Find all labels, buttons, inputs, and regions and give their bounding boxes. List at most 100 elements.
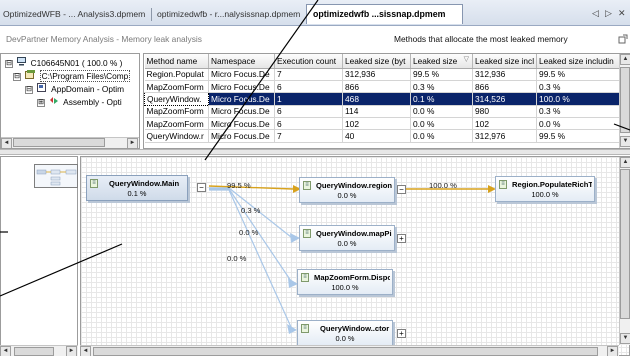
scroll-thumb[interactable]: [14, 347, 54, 356]
cell-leaked-size-bytes: 312,936: [342, 68, 411, 81]
options-icon[interactable]: [618, 34, 628, 47]
table-row[interactable]: QueryWindow.r Micro Focus.De 7 40 0.0 % 312,9…: [144, 129, 622, 143]
column-header-leaked-size-incl[interactable]: Leaked size incl: [472, 54, 538, 69]
node-method-name: QueryWindow.regionL...: [316, 181, 392, 190]
cell-leaked-size-bytes: 102: [342, 117, 411, 131]
cell-leaked-size: 0.0 %: [410, 117, 473, 131]
scroll-up-icon[interactable]: ▲: [620, 157, 630, 168]
tab-separator: [151, 8, 152, 21]
scroll-left-icon[interactable]: ◄: [80, 346, 91, 356]
scroll-thumb[interactable]: [620, 169, 630, 319]
cell-method-name: MapZoomForm: [144, 80, 209, 94]
column-header-execution-count[interactable]: Execution count: [274, 54, 343, 69]
edge-label: 0.0 %: [227, 254, 247, 263]
scroll-right-icon[interactable]: ►: [607, 346, 618, 356]
scroll-thumb[interactable]: [620, 67, 630, 133]
sort-indicator-icon: ▽: [463, 56, 469, 63]
appdomain-icon: [37, 83, 47, 96]
method-icon: ≡: [301, 324, 309, 333]
methods-grid[interactable]: Method name Namespace Execution count Le…: [143, 53, 630, 149]
graph-node-querywindow-ctor[interactable]: ≡ QueryWindow..ctor 0.0 %: [297, 320, 393, 346]
cell-leaked-size: 0.1 %: [410, 92, 473, 106]
analysis-title: DevPartner Memory Analysis - Memory leak…: [6, 34, 202, 44]
node-percent: 100.0 %: [531, 190, 559, 199]
grid-header-row: Method name Namespace Execution count Le…: [144, 54, 622, 69]
method-icon: ≡: [303, 229, 311, 238]
cell-leaked-size-bytes: 40: [342, 129, 411, 143]
column-header-namespace[interactable]: Namespace: [208, 54, 275, 69]
column-header-leaked-size-bytes[interactable]: Leaked size (byt: [342, 54, 411, 69]
graph-node-querywindow-regionload[interactable]: ≡ QueryWindow.regionL... 0.0 %: [299, 177, 395, 203]
node-collapse-icon[interactable]: −: [397, 185, 406, 194]
scroll-down-icon[interactable]: ▼: [620, 333, 630, 344]
scroll-right-icon[interactable]: ►: [66, 346, 77, 356]
graph-vertical-scrollbar[interactable]: ▲ ▼: [619, 157, 630, 345]
column-header-leaked-size-including[interactable]: Leaked size includin: [536, 54, 622, 69]
tab-optimizedwfb-analysis3[interactable]: OptimizedWFB - ... Analysis3.dpmem: [0, 7, 148, 23]
scroll-thumb[interactable]: [13, 138, 105, 147]
process-tree[interactable]: ⊟ C106645N01 ( 100.0 % ) ⊟ C:\Program Fi…: [0, 53, 140, 149]
cell-leaked-size: 0.0 %: [410, 129, 473, 143]
node-percent: 100.0 %: [331, 283, 359, 292]
graph-overview-panel[interactable]: [0, 156, 78, 356]
scroll-thumb[interactable]: [93, 347, 598, 356]
tree-item-computer[interactable]: ⊟ C106645N01 ( 100.0 % ): [5, 57, 122, 69]
table-row[interactable]: Region.Populat Micro Focus.De 7 312,936 99.5…: [144, 68, 622, 81]
scroll-up-icon[interactable]: ▲: [620, 54, 630, 65]
cell-leaked-size-including: 99.5 %: [536, 129, 622, 143]
scroll-down-icon[interactable]: ▼: [620, 136, 630, 147]
scroll-right-icon[interactable]: ►: [127, 138, 138, 148]
column-header-leaked-size[interactable]: Leaked size ▽: [410, 54, 473, 69]
tab-next-icon[interactable]: ▷: [605, 8, 612, 19]
node-percent: 0.0 %: [337, 239, 357, 248]
cell-execution-count: 1: [274, 92, 343, 106]
cell-method-name: MapZoomForm: [144, 105, 209, 119]
graph-node-region-populaterichtext[interactable]: ≡ Region.PopulateRichT... 100.0 %: [495, 176, 595, 202]
cell-method-name: QueryWindow.: [144, 92, 209, 106]
overview-viewport[interactable]: [34, 164, 78, 188]
cell-method-name: MapZoomForm: [144, 117, 209, 131]
tab-prev-icon[interactable]: ◁: [592, 8, 599, 19]
pane-splitter[interactable]: [0, 149, 630, 155]
grid-vertical-scrollbar[interactable]: ▲ ▼: [619, 54, 630, 148]
cell-leaked-size-including: 99.5 %: [536, 68, 622, 81]
scroll-left-icon[interactable]: ◄: [1, 138, 12, 148]
scroll-left-icon[interactable]: ◄: [0, 346, 11, 356]
graph-node-mapzoomform-dispose[interactable]: ≡ MapZoomForm.Dispose 100.0 %: [297, 269, 393, 295]
tree-horizontal-scrollbar[interactable]: ◄ ►: [1, 137, 139, 148]
edge-label: 100.0 %: [429, 181, 457, 190]
graph-horizontal-scrollbar[interactable]: ◄ ►: [80, 345, 619, 356]
tree-item-label: Assembly - Opti: [63, 97, 122, 107]
collapse-icon[interactable]: ⊟: [5, 59, 13, 68]
tree-item-process[interactable]: ⊟ C:\Program Files\Comp: [13, 70, 131, 82]
node-percent: 0.0 %: [335, 334, 355, 343]
method-icon: ≡: [301, 273, 309, 282]
node-collapse-icon[interactable]: −: [197, 183, 206, 192]
node-expand-icon[interactable]: +: [397, 234, 406, 243]
close-tab-icon[interactable]: ✕: [618, 8, 626, 19]
tab-optimizedwfb-nalysissnap[interactable]: optimizedwfb - r...nalysissnap.dpmem: [154, 7, 302, 23]
tab-optimizedwfb-active[interactable]: optimizedwfb ...sissnap.dpmem: [306, 4, 463, 24]
table-row[interactable]: MapZoomForm Micro Focus.De 6 102 0.0 % 102 0.0…: [144, 117, 622, 131]
tree-item-appdomain[interactable]: ⊟ AppDomain - Optim: [25, 83, 124, 95]
graph-node-querywindow-mappic[interactable]: ≡ QueryWindow.mapPic... 0.0 %: [299, 225, 395, 251]
cell-leaked-size: 0.0 %: [410, 105, 473, 119]
overview-horizontal-scrollbar[interactable]: ◄ ►: [0, 345, 78, 356]
method-icon: ≡: [90, 179, 98, 188]
cell-leaked-size: 0.3 %: [410, 80, 473, 94]
table-row[interactable]: MapZoomForm Micro Focus.De 6 866 0.3 % 866 0.3…: [144, 80, 622, 94]
tree-item-assembly[interactable]: ⊞ Assembly - Opti: [37, 96, 122, 108]
graph-node-querywindow-main[interactable]: ≡ QueryWindow.Main 0.1 %: [86, 175, 188, 201]
cell-leaked-size-including: 0.0 %: [536, 117, 622, 131]
cell-namespace: Micro Focus.De: [208, 68, 275, 81]
cell-namespace: Micro Focus.De: [208, 105, 275, 119]
node-expand-icon[interactable]: +: [397, 329, 406, 338]
column-header-method-name[interactable]: Method name: [144, 54, 209, 69]
table-row[interactable]: QueryWindow. Micro Focus.De 1 468 0.1 % 314,5…: [144, 92, 622, 106]
collapse-icon[interactable]: ⊟: [13, 72, 21, 81]
cell-execution-count: 7: [274, 68, 343, 81]
table-row[interactable]: MapZoomForm Micro Focus.De 6 114 0.0 % 980 0.3…: [144, 105, 622, 119]
call-graph-canvas[interactable]: 99.5 % 100.0 % 0.3 % 0.0 % 0.0 % ≡ Query…: [80, 156, 630, 356]
collapse-icon[interactable]: ⊟: [25, 85, 33, 94]
expand-icon[interactable]: ⊞: [37, 98, 45, 107]
